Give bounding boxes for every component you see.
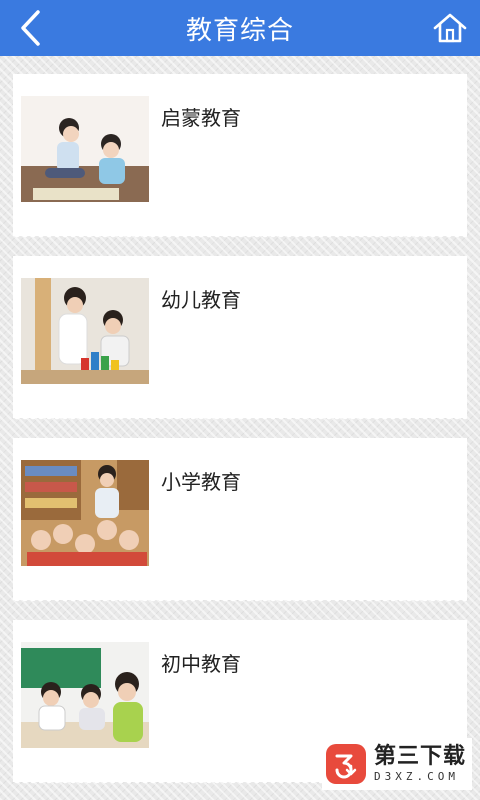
watermark-domain: D3XZ.COM: [374, 770, 459, 783]
page-title: 教育综合: [185, 15, 294, 46]
list-item-label: 小学教育: [161, 470, 241, 494]
list-item-label: 初中教育: [161, 652, 241, 676]
list-item-primary[interactable]: 小学教育: [13, 438, 467, 606]
back-button[interactable]: [10, 8, 50, 48]
chevron-left-icon: [21, 10, 40, 46]
top-bar: 教育综合: [0, 0, 480, 56]
watermark-name: 第三下载: [374, 744, 467, 769]
list-item-enlightenment[interactable]: 启蒙教育: [13, 74, 467, 242]
list-item-preschool[interactable]: 幼儿教育: [13, 256, 467, 424]
watermark-text: 第三下载 D3XZ.COM: [374, 744, 466, 784]
junior-high-photo: [21, 642, 149, 748]
list-item-label: 启蒙教育: [161, 106, 241, 130]
download-logo-icon: [326, 744, 366, 784]
enlightenment-photo: [21, 96, 149, 202]
primary-school-photo: [21, 460, 149, 566]
home-icon: [433, 13, 467, 43]
list-item-label: 幼儿教育: [161, 288, 241, 312]
preschool-photo: [21, 278, 149, 384]
home-button[interactable]: [430, 8, 470, 48]
watermark: 第三下载 D3XZ.COM: [322, 738, 472, 790]
